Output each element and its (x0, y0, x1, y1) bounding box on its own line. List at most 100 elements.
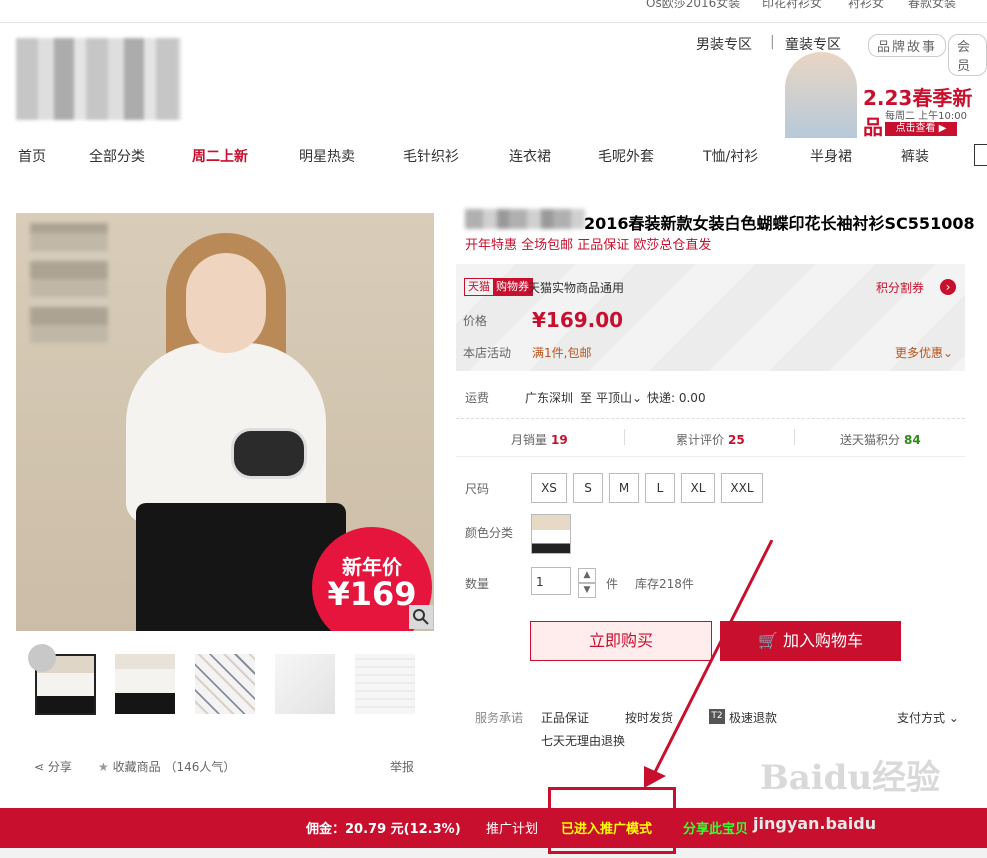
highlight-box (548, 787, 676, 854)
share-item-link[interactable]: 分享此宝贝 (683, 818, 748, 837)
monthly-sales: 月销量 19 (511, 433, 568, 447)
top-link[interactable]: Os欧莎2016女装 (646, 0, 740, 11)
top-link[interactable]: 春款女装 (908, 0, 956, 11)
nav-item-star-hot[interactable]: 明星热卖 (299, 146, 355, 166)
nav-item-tshirts-shirts[interactable]: T恤/衬衫 (703, 146, 758, 166)
store-logo[interactable] (16, 38, 181, 120)
divider (624, 429, 625, 445)
main-product-image[interactable]: 新年价 ¥169 (16, 213, 434, 631)
star-icon: ★ (98, 760, 109, 774)
promo-value: 满1件,包邮 (532, 346, 592, 360)
size-label: 尺码 (465, 482, 490, 496)
banner-model-image (785, 52, 857, 138)
service-genuine: 正品保证 (541, 711, 590, 725)
add-to-cart-label: 加入购物车 (783, 631, 864, 650)
baidu-watermark: Baidu经验 (760, 758, 941, 798)
nav-item-tuesday-new[interactable]: 周二上新 (192, 146, 248, 166)
quantity-input[interactable]: 1 (531, 567, 571, 595)
thumbnail-5[interactable] (355, 654, 415, 714)
watermark-url: jingyan.baidu (753, 814, 877, 833)
nav-item-dresses[interactable]: 连衣裙 (509, 146, 551, 166)
chevron-down-icon: ⌄ (943, 346, 954, 360)
nav-item-wool-coats[interactable]: 毛呢外套 (598, 146, 654, 166)
promo-banner[interactable]: 2.23春季新品 每周二 上午10:00 点击查看 ▶ (785, 52, 987, 139)
ship-from: 广东深圳 (525, 391, 574, 405)
thumbnail-overlay-dot (28, 644, 56, 672)
product-subtitle: 开年特惠 全场包邮 正品保证 欧莎总仓直发 (465, 238, 712, 253)
zoom-icon[interactable] (409, 605, 433, 629)
nav-item-knitwear[interactable]: 毛针织衫 (403, 146, 459, 166)
price-panel: 天猫 购物券 天猫实物商品通用 积分割券 › 价格 ¥169.00 本店活动 满… (456, 264, 965, 371)
share-button[interactable]: ⋖ 分享 (34, 758, 72, 775)
service-label: 服务承诺 (475, 711, 524, 725)
size-option-xl[interactable]: XL (681, 473, 715, 503)
destination-select[interactable]: 平顶山⌄ (596, 389, 642, 406)
nav-item-home[interactable]: 首页 (18, 146, 46, 166)
shipping-label: 运费 (465, 391, 490, 405)
price-label: 价格 (463, 314, 488, 328)
popularity-count: （146人气） (164, 760, 236, 774)
quantity-unit: 件 (606, 577, 619, 591)
nav-more-box[interactable] (974, 144, 987, 166)
divider (456, 456, 965, 457)
banner-view-button[interactable]: 点击查看 ▶ (885, 122, 957, 136)
promo-label: 本店活动 (463, 346, 512, 360)
quantity-increase[interactable]: ▲ (578, 568, 596, 583)
review-count[interactable]: 累计评价 25 (676, 431, 745, 448)
thumbnail-2[interactable] (115, 654, 175, 714)
image-logo-blurred (30, 223, 108, 343)
color-option-white[interactable] (531, 514, 571, 554)
title-brand-blurred (465, 209, 585, 229)
top-search-suggestions: Os欧莎2016女装 印花衬衫女 衬衫女 春款女装 (0, 0, 987, 23)
model-face (186, 253, 266, 353)
size-option-xs[interactable]: XS (531, 473, 567, 503)
tmall-points: 送天猫积分 84 (840, 433, 921, 447)
kids-zone-link[interactable]: 童装专区 (785, 34, 841, 54)
payment-label: 支付方式 (897, 711, 946, 725)
banner-subtitle: 每周二 上午10:00 (885, 111, 967, 122)
ship-to-word: 至 (580, 391, 593, 405)
report-link[interactable]: 举报 (390, 758, 414, 775)
nav-item-pants[interactable]: 裤装 (901, 146, 929, 166)
tmall-coupon-badge: 天猫 购物券 (464, 278, 533, 296)
more-offers-label: 更多优惠 (895, 346, 944, 360)
header-separator: | (770, 34, 775, 50)
top-link[interactable]: 衬衫女 (848, 0, 884, 11)
arrow-right-icon[interactable]: › (940, 279, 956, 295)
favorite-button[interactable]: ★ 收藏商品 （146人气） (98, 758, 235, 775)
divider (794, 429, 795, 445)
more-offers-dropdown[interactable]: 更多优惠⌄ (895, 344, 953, 361)
model-clutch (231, 428, 307, 479)
share-label: 分享 (47, 760, 72, 774)
tmall-label: 天猫 (468, 280, 490, 293)
top-link[interactable]: 印花衬衫女 (762, 0, 822, 11)
quantity-label: 数量 (465, 577, 490, 591)
express-fee: 快递: 0.00 (647, 391, 706, 405)
service-7day-return: 七天无理由退换 (541, 734, 626, 748)
commission-text: 佣金：20.79 元(12.3%) (306, 822, 461, 837)
annotation-arrow (644, 540, 774, 788)
thumbnail-3[interactable] (195, 654, 255, 714)
favorite-label: 收藏商品 (112, 760, 161, 774)
product-title: 2016春装新款女装白色蝴蝶印花长袖衬衫SC551008 (584, 214, 975, 233)
payment-method-dropdown[interactable]: 支付方式 ⌄ (897, 709, 959, 726)
size-option-s[interactable]: S (573, 473, 603, 503)
coupon-label: 购物券 (493, 279, 532, 295)
chevron-down-icon: ⌄ (948, 711, 959, 725)
size-option-m[interactable]: M (609, 473, 639, 503)
footer-strip (0, 848, 987, 858)
color-label: 颜色分类 (465, 526, 514, 540)
size-option-l[interactable]: L (645, 473, 675, 503)
promotion-plan-link[interactable]: 推广计划 (486, 818, 538, 837)
coupon-description: 天猫实物商品通用 (528, 281, 625, 295)
quantity-decrease[interactable]: ▼ (578, 583, 596, 598)
divider (456, 418, 965, 419)
thumbnail-4[interactable] (275, 654, 335, 714)
men-zone-link[interactable]: 男装专区 (696, 34, 752, 54)
nav-item-all-categories[interactable]: 全部分类 (89, 146, 145, 166)
chevron-down-icon: ⌄ (632, 391, 643, 405)
price-value: ¥169.00 (532, 308, 624, 332)
size-option-xxl[interactable]: XXL (721, 473, 763, 503)
points-coupon-link[interactable]: 积分割券 (876, 279, 924, 296)
nav-item-skirts[interactable]: 半身裙 (810, 146, 852, 166)
